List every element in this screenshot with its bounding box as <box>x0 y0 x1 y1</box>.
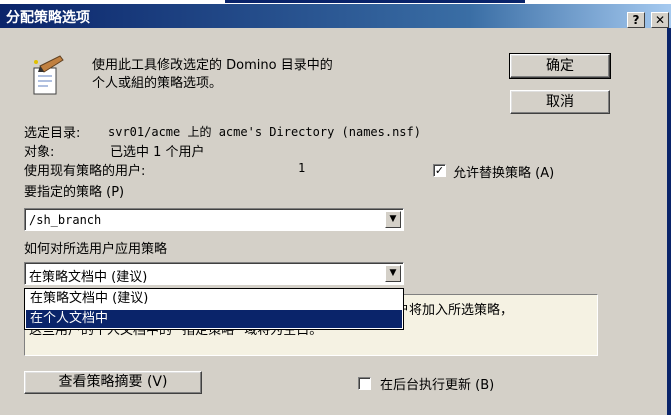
allow-replace-checkbox[interactable]: ✓ <box>433 164 446 177</box>
intro-text-line1: 使用此工具修改选定的 Domino 目录中的 <box>92 58 333 73</box>
policy-wizard-icon <box>30 54 66 98</box>
cancel-button[interactable]: 取消 <box>510 90 610 114</box>
policy-select[interactable]: /sh_branch ▼ <box>24 208 404 231</box>
window-title: 分配策略选项 <box>6 10 90 26</box>
dropdown-option-policy-doc[interactable]: 在策略文档中 (建议) <box>26 290 402 308</box>
apply-method-dropdown-list[interactable]: 在策略文档中 (建议) 在个人文档中 <box>24 288 404 330</box>
apply-method-select-value: 在策略文档中 (建议) <box>29 270 148 285</box>
view-summary-button[interactable]: 查看策略摘要 (V) <box>24 371 202 394</box>
intro-text-line2: 个人或組的策略选项。 <box>92 76 223 91</box>
policy-label: 要指定的策略 (P) <box>24 185 125 200</box>
object-value: 已选中 1 个用户 <box>110 145 205 160</box>
background-update-checkbox[interactable] <box>358 377 371 390</box>
existing-users-count: 1 <box>298 161 306 175</box>
policy-select-value: /sh_branch <box>29 213 102 227</box>
apply-method-label: 如何对所选用户应用策略 <box>24 242 168 257</box>
chevron-down-icon[interactable]: ▼ <box>385 211 401 228</box>
title-bar[interactable]: 分配策略选项 ? ✕ <box>0 4 671 28</box>
existing-users-label: 使用现有策略的用户: <box>24 164 146 179</box>
dropdown-option-person-doc[interactable]: 在个人文档中 <box>26 310 402 328</box>
help-button[interactable]: ? <box>627 12 645 28</box>
apply-method-select[interactable]: 在策略文档中 (建议) ▼ <box>24 262 404 285</box>
directory-value: svr01/acme 上的 acme's Directory (names.ns… <box>108 125 421 139</box>
directory-label: 选定目录: <box>24 126 81 141</box>
object-label: 对象: <box>24 145 55 160</box>
chevron-down-icon[interactable]: ▼ <box>385 265 401 282</box>
background-update-label[interactable]: 在后台执行更新 (B) <box>380 374 494 393</box>
allow-replace-label[interactable]: 允许替换策略 (A) <box>453 162 554 181</box>
ok-button[interactable]: 确定 <box>509 53 611 79</box>
window-edge <box>667 28 671 415</box>
close-button[interactable]: ✕ <box>651 12 669 28</box>
